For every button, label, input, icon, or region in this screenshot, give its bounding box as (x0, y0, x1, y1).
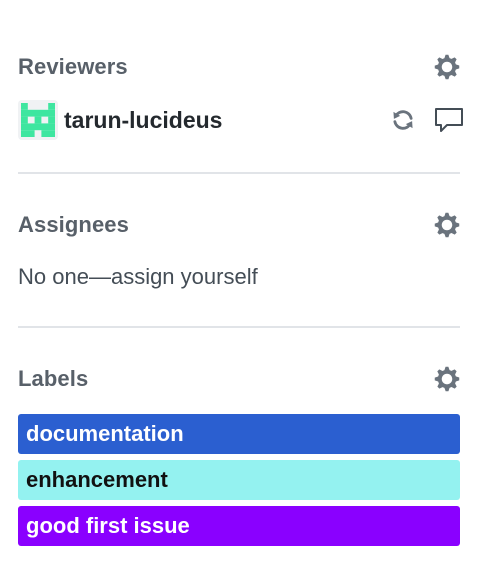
re-request-review-sync-icon[interactable] (388, 105, 418, 135)
assignees-section: Assignees No one—assign yourself (18, 174, 460, 328)
assignees-empty-state: No one—assign yourself (18, 262, 460, 292)
gear-icon (434, 54, 460, 80)
reviewer-actions (388, 105, 464, 135)
sync-icon (393, 110, 413, 130)
reviewer-name[interactable]: tarun-lucideus (64, 107, 222, 134)
reviewers-section: Reviewers tarun-lucideus (18, 0, 463, 174)
comment-icon (435, 108, 463, 132)
reviewers-header: Reviewers (18, 52, 460, 82)
identicon-icon (21, 103, 55, 137)
label-enhancement[interactable]: enhancement (18, 460, 460, 500)
gear-icon (434, 366, 460, 392)
labels-title: Labels (18, 366, 89, 391)
assignees-empty-text: No one— (18, 264, 111, 289)
label-name: documentation (26, 421, 184, 446)
reviewer-row: tarun-lucideus (18, 100, 463, 140)
reviewers-title: Reviewers (18, 54, 128, 79)
gear-icon (434, 212, 460, 238)
avatar[interactable] (18, 100, 58, 140)
assignees-gear-icon[interactable] (432, 210, 462, 240)
labels-list: documentation enhancement good first iss… (18, 414, 460, 546)
label-good-first-issue[interactable]: good first issue (18, 506, 460, 546)
label-name: enhancement (26, 467, 168, 492)
assign-yourself-link[interactable]: assign yourself (111, 264, 258, 289)
labels-section: Labels documentation enhancement good fi… (18, 328, 460, 546)
label-name: good first issue (26, 513, 190, 538)
review-comment-icon[interactable] (434, 105, 464, 135)
labels-header: Labels (18, 364, 460, 394)
label-documentation[interactable]: documentation (18, 414, 460, 454)
pull-request-sidebar: Reviewers tarun-lucideus Assignees No on… (18, 0, 463, 546)
assignees-title: Assignees (18, 212, 129, 237)
reviewers-gear-icon[interactable] (432, 52, 462, 82)
assignees-header: Assignees (18, 210, 460, 240)
labels-gear-icon[interactable] (432, 364, 462, 394)
